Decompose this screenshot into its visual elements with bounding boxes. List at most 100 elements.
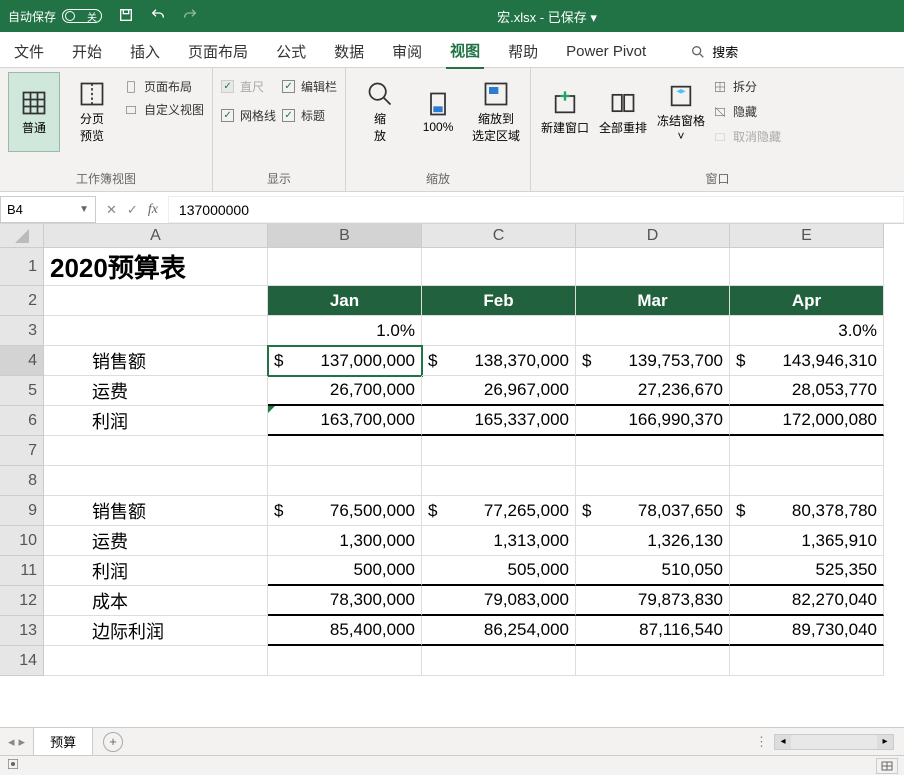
tell-me-search[interactable]: 搜索 <box>690 42 738 61</box>
redo-icon[interactable] <box>182 7 198 26</box>
cell-C5[interactable]: 26,967,000 <box>422 376 576 406</box>
col-header-E[interactable]: E <box>730 224 884 248</box>
cell-A3[interactable] <box>44 316 268 346</box>
cell-B10[interactable]: 1,300,000 <box>268 526 422 556</box>
tab-home[interactable]: 开始 <box>68 35 106 68</box>
page-break-preview-button[interactable]: 分页 预览 <box>66 72 118 152</box>
normal-view-button[interactable]: 普通 <box>8 72 60 152</box>
cell-A13[interactable]: 边际利润 <box>44 616 268 646</box>
cell-D5[interactable]: 27,236,670 <box>576 376 730 406</box>
row-header-4[interactable]: 4 <box>0 346 44 376</box>
cell-A11[interactable]: 利润 <box>44 556 268 586</box>
cell-E6[interactable]: 172,000,080 <box>730 406 884 436</box>
fx-icon[interactable]: fx <box>148 202 158 218</box>
cell-C10[interactable]: 1,313,000 <box>422 526 576 556</box>
ruler-checkbox[interactable]: ✓直尺 <box>221 78 276 95</box>
cell-E10[interactable]: 1,365,910 <box>730 526 884 556</box>
cell-A6[interactable]: 利润 <box>44 406 268 436</box>
cell-C1[interactable] <box>422 248 576 286</box>
new-sheet-button[interactable]: + <box>103 732 123 752</box>
cell-B3[interactable]: 1.0% <box>268 316 422 346</box>
col-header-D[interactable]: D <box>576 224 730 248</box>
tab-formulas[interactable]: 公式 <box>272 35 310 68</box>
hide-button[interactable]: 隐藏 <box>713 103 781 120</box>
cell-E2[interactable]: Apr <box>730 286 884 316</box>
zoom-to-selection-button[interactable]: 缩放到 选定区域 <box>470 72 522 152</box>
zoom-button[interactable]: 缩 放 <box>354 72 406 152</box>
sheet-nav-prev-icon[interactable]: ◂ <box>8 734 15 750</box>
sheet-nav-next-icon[interactable]: ▸ <box>19 734 26 750</box>
cell-A4[interactable]: 销售额 <box>44 346 268 376</box>
row-header-8[interactable]: 8 <box>0 466 44 496</box>
autosave-toggle[interactable]: 自动保存 关 <box>8 8 102 25</box>
page-layout-button[interactable]: 页面布局 <box>124 78 204 95</box>
tab-data[interactable]: 数据 <box>330 35 368 68</box>
spreadsheet-grid[interactable]: A B C D E 1 2020预算表 2 Jan Feb Mar Apr 3 … <box>0 224 904 676</box>
cell-B13[interactable]: 85,400,000 <box>268 616 422 646</box>
row-header-1[interactable]: 1 <box>0 248 44 286</box>
cell-C3[interactable] <box>422 316 576 346</box>
cell-E5[interactable]: 28,053,770 <box>730 376 884 406</box>
cell-B9[interactable]: $76,500,000 <box>268 496 422 526</box>
tab-power-pivot[interactable]: Power Pivot <box>562 37 650 66</box>
tab-file[interactable]: 文件 <box>10 35 48 68</box>
cell-B11[interactable]: 500,000 <box>268 556 422 586</box>
cell-E1[interactable] <box>730 248 884 286</box>
row-header-9[interactable]: 9 <box>0 496 44 526</box>
cell-C13[interactable]: 86,254,000 <box>422 616 576 646</box>
row-header-3[interactable]: 3 <box>0 316 44 346</box>
cell-E3[interactable]: 3.0% <box>730 316 884 346</box>
cell-A10[interactable]: 运费 <box>44 526 268 556</box>
cell-E9[interactable]: $80,378,780 <box>730 496 884 526</box>
horizontal-scrollbar[interactable]: ⋮ ◂▸ <box>123 734 904 750</box>
cell-D4[interactable]: $139,753,700 <box>576 346 730 376</box>
cell-E4[interactable]: $143,946,310 <box>730 346 884 376</box>
cell-B2[interactable]: Jan <box>268 286 422 316</box>
headings-checkbox[interactable]: ✓标题 <box>282 107 337 124</box>
cell-C12[interactable]: 79,083,000 <box>422 586 576 616</box>
view-normal-button[interactable] <box>876 758 898 774</box>
tab-review[interactable]: 审阅 <box>388 35 426 68</box>
tab-view[interactable]: 视图 <box>446 34 484 69</box>
cancel-icon[interactable]: ✕ <box>106 202 117 218</box>
undo-icon[interactable] <box>150 7 166 26</box>
cell-A1[interactable]: 2020预算表 <box>44 248 268 286</box>
new-window-button[interactable]: 新建窗口 <box>539 72 591 152</box>
cell-A9[interactable]: 销售额 <box>44 496 268 526</box>
cell-D11[interactable]: 510,050 <box>576 556 730 586</box>
formula-input[interactable]: 137000000 <box>168 196 904 223</box>
enter-icon[interactable]: ✓ <box>127 202 138 218</box>
row-header-10[interactable]: 10 <box>0 526 44 556</box>
cell-D2[interactable]: Mar <box>576 286 730 316</box>
cell-D9[interactable]: $78,037,650 <box>576 496 730 526</box>
cell-E11[interactable]: 525,350 <box>730 556 884 586</box>
cell-D13[interactable]: 87,116,540 <box>576 616 730 646</box>
row-header-12[interactable]: 12 <box>0 586 44 616</box>
row-header-7[interactable]: 7 <box>0 436 44 466</box>
cell-E12[interactable]: 82,270,040 <box>730 586 884 616</box>
gridlines-checkbox[interactable]: ✓网格线 <box>221 107 276 124</box>
cell-C4[interactable]: $138,370,000 <box>422 346 576 376</box>
tab-help[interactable]: 帮助 <box>504 35 542 68</box>
cell-D10[interactable]: 1,326,130 <box>576 526 730 556</box>
cell-B5[interactable]: 26,700,000 <box>268 376 422 406</box>
arrange-all-button[interactable]: 全部重排 <box>597 72 649 152</box>
cell-A5[interactable]: 运费 <box>44 376 268 406</box>
tab-insert[interactable]: 插入 <box>126 35 164 68</box>
col-header-A[interactable]: A <box>44 224 268 248</box>
cell-C6[interactable]: 165,337,000 <box>422 406 576 436</box>
cell-B1[interactable] <box>268 248 422 286</box>
col-header-C[interactable]: C <box>422 224 576 248</box>
cell-D3[interactable] <box>576 316 730 346</box>
row-header-6[interactable]: 6 <box>0 406 44 436</box>
cell-D1[interactable] <box>576 248 730 286</box>
split-button[interactable]: 拆分 <box>713 78 781 95</box>
sheet-tab-budget[interactable]: 预算 <box>33 727 93 757</box>
save-icon[interactable] <box>118 7 134 26</box>
zoom-100-button[interactable]: 100% <box>412 72 464 152</box>
cell-A2[interactable] <box>44 286 268 316</box>
row-header-5[interactable]: 5 <box>0 376 44 406</box>
row-header-2[interactable]: 2 <box>0 286 44 316</box>
cell-E13[interactable]: 89,730,040 <box>730 616 884 646</box>
cell-B12[interactable]: 78,300,000 <box>268 586 422 616</box>
